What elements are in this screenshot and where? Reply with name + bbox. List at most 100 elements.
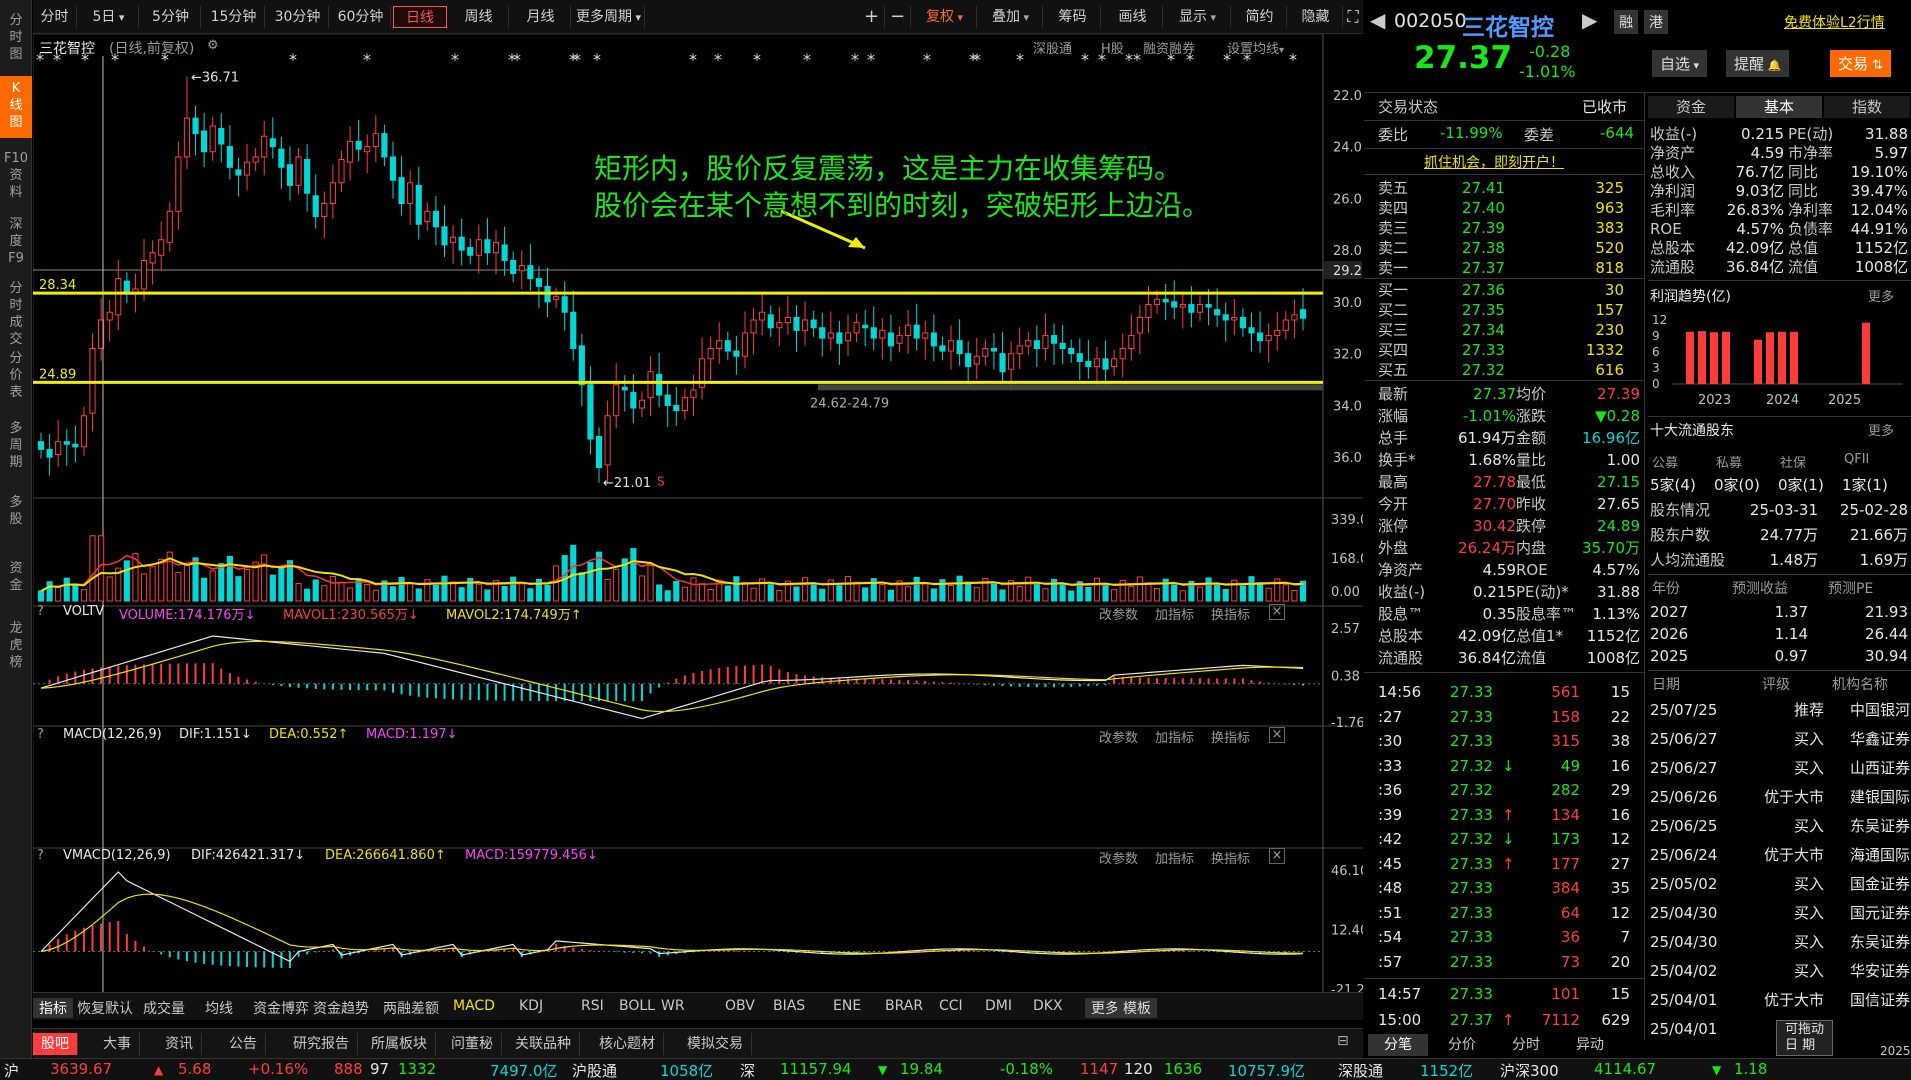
leftnav-item-6[interactable]: 多 周 期 xyxy=(0,416,32,478)
vmacd-edit-params[interactable]: 改参数 xyxy=(1099,848,1138,867)
tool-button-0[interactable]: + xyxy=(859,6,885,28)
indicator-tab-8[interactable]: KDJ xyxy=(519,998,543,1014)
indicator-tab-4[interactable]: 资金博弈 xyxy=(253,998,309,1018)
vmacd-change-indicator[interactable]: 换指标 xyxy=(1211,848,1250,867)
indicator-tab-14[interactable]: ENE xyxy=(833,998,861,1014)
bottom-tab-5[interactable]: 所属板块 xyxy=(363,1033,436,1055)
l2-promo-link[interactable]: 免费体验L2行情 xyxy=(1784,12,1885,32)
fund-tab-2[interactable]: 指数 xyxy=(1824,96,1910,118)
rating-value: 买入 xyxy=(1793,817,1824,835)
indicator-tab-11[interactable]: WR xyxy=(661,998,685,1014)
leftnav-item-9[interactable]: 龙 虎 榜 xyxy=(0,616,32,672)
tool-button-7[interactable]: 简约 xyxy=(1233,6,1287,28)
indicator-tab-1[interactable]: 恢复默认 xyxy=(77,998,133,1018)
indicator-tab-9[interactable]: RSI xyxy=(581,998,604,1014)
period-tab-6[interactable]: 日线 xyxy=(393,6,447,28)
bottom-tab-1[interactable]: 大事 xyxy=(95,1033,140,1055)
indicator-tab-5[interactable]: 资金趋势 xyxy=(313,998,369,1018)
tool-button-4[interactable]: 筹码 xyxy=(1045,6,1101,28)
fund-tab-1[interactable]: 基本 xyxy=(1736,96,1822,118)
macd-name[interactable]: MACD(12,26,9) xyxy=(63,727,162,742)
ticks-subtab-2[interactable]: 分时 xyxy=(1496,1034,1556,1056)
tool-button-8[interactable]: 隐藏 xyxy=(1289,6,1343,28)
tag-rong[interactable]: 融 xyxy=(1614,10,1638,34)
vol-name[interactable]: VOLTV xyxy=(63,604,104,619)
period-tab-4[interactable]: 30分钟 xyxy=(267,6,329,28)
holders-more-link[interactable]: 更多 xyxy=(1868,420,1894,439)
macd-help-icon[interactable]: ? xyxy=(37,727,44,742)
profit-more-link[interactable]: 更多 xyxy=(1868,286,1894,305)
expand-panel-icon[interactable]: ⊟ xyxy=(1337,1033,1349,1049)
leftnav-item-5[interactable]: 分 价 表 xyxy=(0,346,32,404)
leftnav-item-4[interactable]: 分 时 成 交 xyxy=(0,276,32,347)
indicator-tab-20[interactable]: 模板 xyxy=(1117,998,1157,1018)
indicator-tab-2[interactable]: 成交量 xyxy=(143,998,185,1018)
leftnav-item-8[interactable]: 资 金 xyxy=(0,556,32,608)
leftnav-item-2[interactable]: F10 资 料 xyxy=(0,146,32,204)
ticks-subtab-0[interactable]: 分笔 xyxy=(1368,1034,1428,1056)
indicator-tab-13[interactable]: BIAS xyxy=(773,998,805,1014)
remind-button[interactable]: 提醒 🔔 xyxy=(1726,50,1790,77)
indicator-tab-17[interactable]: DMI xyxy=(985,998,1012,1014)
period-tab-3[interactable]: 15分钟 xyxy=(203,6,265,28)
bottom-tab-6[interactable]: 问董秘 xyxy=(443,1033,502,1055)
indicator-tab-18[interactable]: DKX xyxy=(1033,998,1063,1014)
vol-change-indicator[interactable]: 换指标 xyxy=(1211,604,1250,623)
prev-stock-icon[interactable]: ◀ xyxy=(1370,8,1385,32)
vol-panel-close-icon[interactable]: × xyxy=(1269,604,1285,620)
bottom-tab-4[interactable]: 研究报告 xyxy=(285,1033,358,1055)
leftnav-item-3[interactable]: 深 度 F9 xyxy=(0,212,32,270)
period-tab-7[interactable]: 周线 xyxy=(449,6,509,28)
macd-edit-params[interactable]: 改参数 xyxy=(1099,727,1138,746)
vmacd-add-indicator[interactable]: 加指标 xyxy=(1155,848,1194,867)
bottom-tab-0[interactable]: 股吧 xyxy=(33,1033,78,1055)
fund-tab-0[interactable]: 资金 xyxy=(1648,96,1734,118)
vmacd-panel-close-icon[interactable]: × xyxy=(1269,848,1285,864)
drag-tooltip[interactable]: 可拖动日 期 xyxy=(1776,1020,1834,1056)
leftnav-item-0[interactable]: 分 时 图 xyxy=(0,8,32,68)
add-watchlist-button[interactable]: 自选 ▾ xyxy=(1652,50,1708,77)
macd-add-indicator[interactable]: 加指标 xyxy=(1155,727,1194,746)
indicator-tab-15[interactable]: BRAR xyxy=(885,998,923,1014)
period-tab-8[interactable]: 月线 xyxy=(511,6,571,28)
indicator-tab-3[interactable]: 均线 xyxy=(205,998,233,1018)
tool-button-2[interactable]: 复权 ▾ xyxy=(913,6,977,28)
vol-add-indicator[interactable]: 加指标 xyxy=(1155,604,1194,623)
period-tab-5[interactable]: 60分钟 xyxy=(331,6,391,28)
leftnav-item-1[interactable]: K 线 图 xyxy=(0,76,32,138)
bottom-tab-9[interactable]: 模拟交易 xyxy=(679,1033,752,1055)
tool-button-3[interactable]: 叠加 ▾ xyxy=(979,6,1043,28)
bottom-tab-3[interactable]: 公告 xyxy=(221,1033,266,1055)
tag-gang[interactable]: 港 xyxy=(1644,10,1668,34)
vmacd-help-icon[interactable]: ? xyxy=(37,848,44,863)
tool-button-6[interactable]: 显示 ▾ xyxy=(1165,6,1231,28)
bottom-tab-2[interactable]: 资讯 xyxy=(157,1033,202,1055)
vol-edit-params[interactable]: 改参数 xyxy=(1099,604,1138,623)
macd-panel-close-icon[interactable]: × xyxy=(1269,727,1285,743)
bottom-tab-8[interactable]: 核心题材 xyxy=(591,1033,664,1055)
macd-change-indicator[interactable]: 换指标 xyxy=(1211,727,1250,746)
tool-button-1[interactable]: − xyxy=(885,6,911,28)
period-tab-1[interactable]: 5日 ▾ xyxy=(79,6,139,28)
indicator-tab-6[interactable]: 两融差额 xyxy=(383,998,439,1018)
period-tab-0[interactable]: 分时 xyxy=(33,6,77,28)
trade-button[interactable]: 交易 ⇅ xyxy=(1830,50,1892,77)
volume-bar xyxy=(123,560,130,602)
indicator-tab-7[interactable]: MACD xyxy=(453,998,495,1014)
indicator-tab-0[interactable]: 指标 xyxy=(33,998,73,1018)
period-tab-9[interactable]: 更多周期 ▾ xyxy=(573,6,645,28)
leftnav-item-7[interactable]: 多 股 xyxy=(0,490,32,542)
indicator-tab-10[interactable]: BOLL xyxy=(619,998,655,1014)
vol-close-icon[interactable]: ? xyxy=(37,604,44,619)
ticks-subtab-3[interactable]: 异动 xyxy=(1560,1034,1620,1056)
next-stock-icon[interactable]: ▶ xyxy=(1582,8,1597,32)
promo-link[interactable]: 抓住机会，即刻开户！ xyxy=(1424,152,1564,172)
indicator-tab-12[interactable]: OBV xyxy=(725,998,755,1014)
ticks-subtab-1[interactable]: 分价 xyxy=(1432,1034,1492,1056)
tool-button-5[interactable]: 画线 xyxy=(1103,6,1163,28)
period-tab-2[interactable]: 5分钟 xyxy=(141,6,201,28)
indicator-tab-16[interactable]: CCI xyxy=(939,998,963,1014)
fullscreen-icon[interactable]: ⛶ xyxy=(1343,6,1363,28)
bottom-tab-7[interactable]: 关联品种 xyxy=(507,1033,580,1055)
vmacd-name[interactable]: VMACD(12,26,9) xyxy=(63,848,171,863)
